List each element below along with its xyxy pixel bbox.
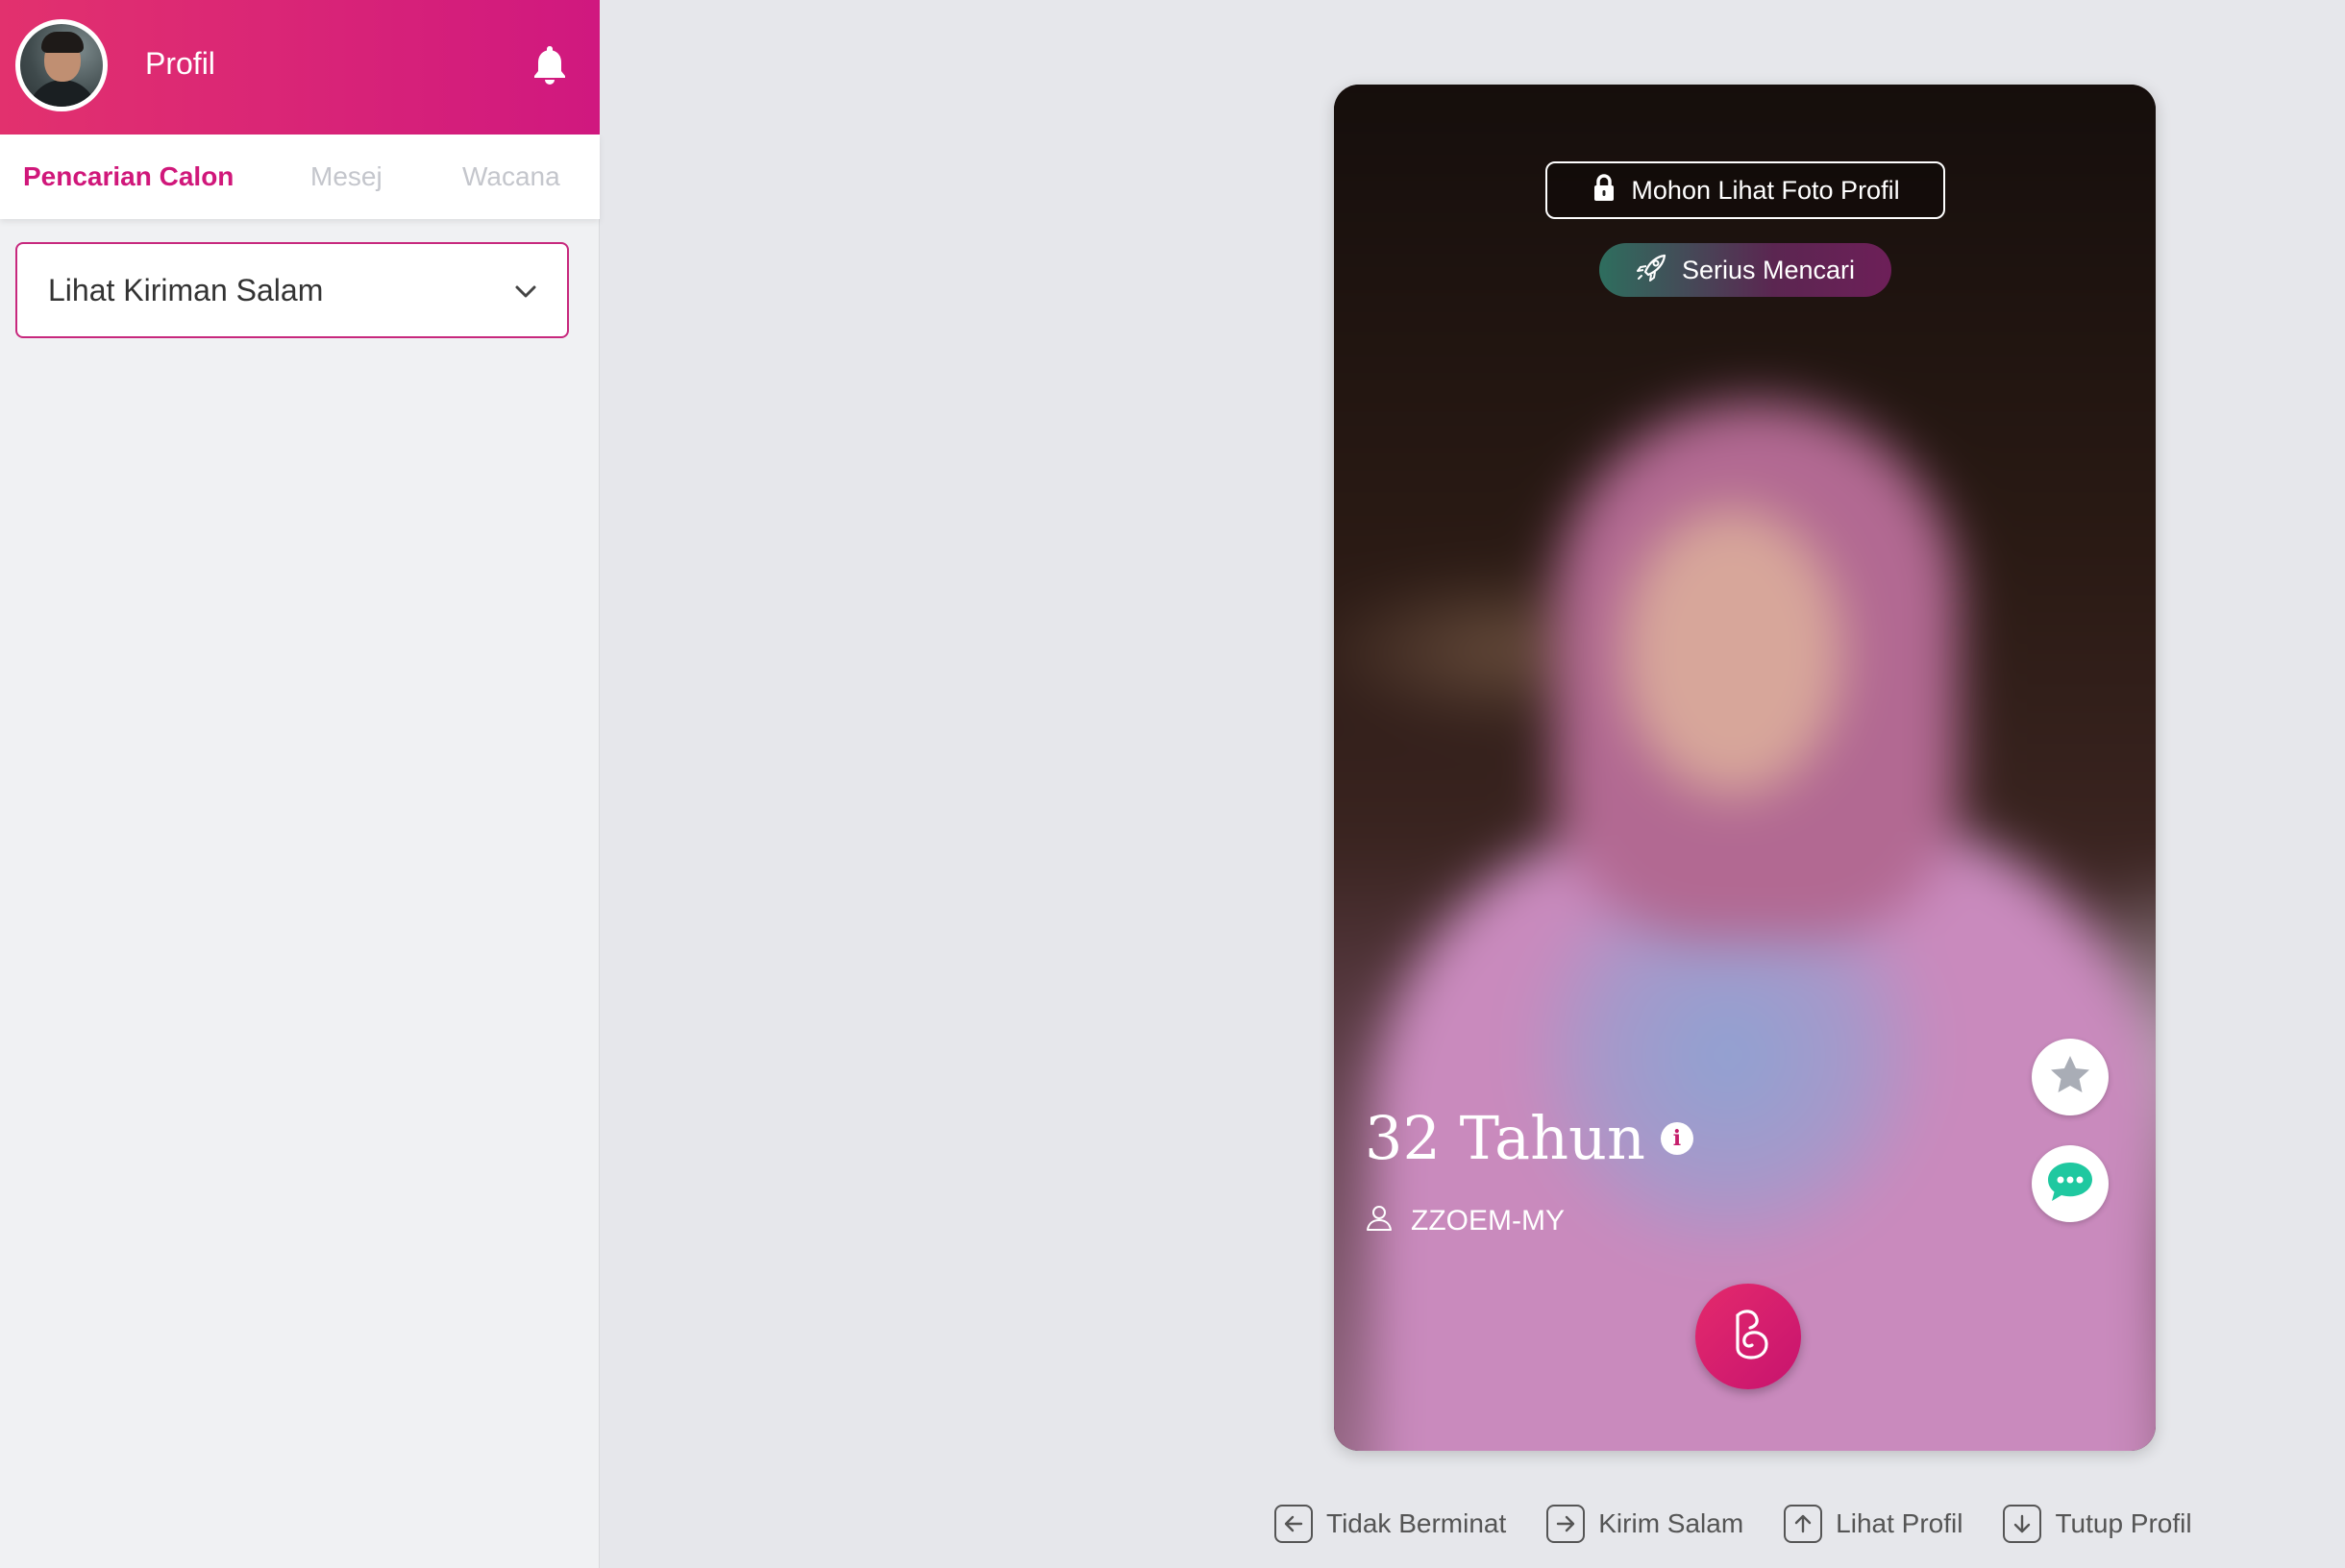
arrow-left-icon — [1274, 1505, 1313, 1543]
age-text: 32 Tahun — [1365, 1103, 1645, 1173]
keyboard-hints: Tidak Berminat Kirim Salam Lihat Profil … — [1274, 1505, 2192, 1543]
hint-label: Tutup Profil — [2055, 1508, 2192, 1538]
bell-icon[interactable] — [531, 44, 569, 86]
request-photo-label: Mohon Lihat Foto Profil — [1631, 175, 1900, 205]
favorite-button[interactable] — [2032, 1039, 2109, 1115]
age-heading: 32 Tahun i — [1365, 1103, 1693, 1173]
info-icon[interactable]: i — [1660, 1121, 1693, 1155]
avatar[interactable] — [15, 19, 108, 111]
tab-pencarian-calon[interactable]: Pencarian Calon — [23, 161, 234, 192]
hint-label: Tidak Berminat — [1326, 1508, 1507, 1538]
view-select-dropdown[interactable]: Lihat Kiriman Salam — [15, 242, 569, 338]
salam-logo-icon — [1722, 1306, 1774, 1368]
hint-kirim-salam[interactable]: Kirim Salam — [1546, 1505, 1743, 1543]
tab-bar: Pencarian Calon Mesej Wacana — [0, 135, 600, 219]
hint-label: Kirim Salam — [1598, 1508, 1744, 1538]
chat-button[interactable] — [2032, 1145, 2109, 1222]
status-badge: Serius Mencari — [1599, 243, 1891, 297]
request-photo-button[interactable]: Mohon Lihat Foto Profil — [1545, 161, 1945, 219]
lock-icon — [1591, 173, 1617, 208]
hint-tutup-profil[interactable]: Tutup Profil — [2003, 1505, 2192, 1543]
profile-link[interactable]: Profil — [145, 46, 215, 82]
tab-mesej[interactable]: Mesej — [310, 161, 383, 192]
user-id: ZZOEM-MY — [1365, 1203, 1565, 1239]
tab-wacana[interactable]: Wacana — [462, 161, 560, 192]
hint-tidak-berminat[interactable]: Tidak Berminat — [1274, 1505, 1506, 1543]
user-outline-icon — [1365, 1203, 1394, 1239]
top-bar: Profil — [0, 0, 600, 135]
dropdown-selected-value: Lihat Kiriman Salam — [48, 273, 324, 307]
chat-bubble-icon — [2045, 1159, 2095, 1210]
star-icon — [2047, 1052, 2093, 1103]
arrow-down-icon — [2003, 1505, 2042, 1543]
status-badge-label: Serius Mencari — [1681, 255, 1856, 284]
hint-lihat-profil[interactable]: Lihat Profil — [1784, 1505, 1962, 1543]
sidebar: Profil Pencarian Calon Mesej Wacana Liha… — [0, 0, 600, 1568]
profile-card[interactable]: Mohon Lihat Foto Profil Serius Mencari 3… — [1334, 85, 2156, 1451]
rocket-icon — [1636, 253, 1668, 288]
arrow-up-icon — [1784, 1505, 1823, 1543]
user-id-text: ZZOEM-MY — [1411, 1205, 1565, 1237]
avatar-image — [20, 24, 103, 107]
send-salam-button[interactable] — [1695, 1284, 1801, 1389]
hint-label: Lihat Profil — [1836, 1508, 1963, 1538]
chevron-down-icon — [511, 277, 540, 306]
arrow-right-icon — [1546, 1505, 1586, 1543]
